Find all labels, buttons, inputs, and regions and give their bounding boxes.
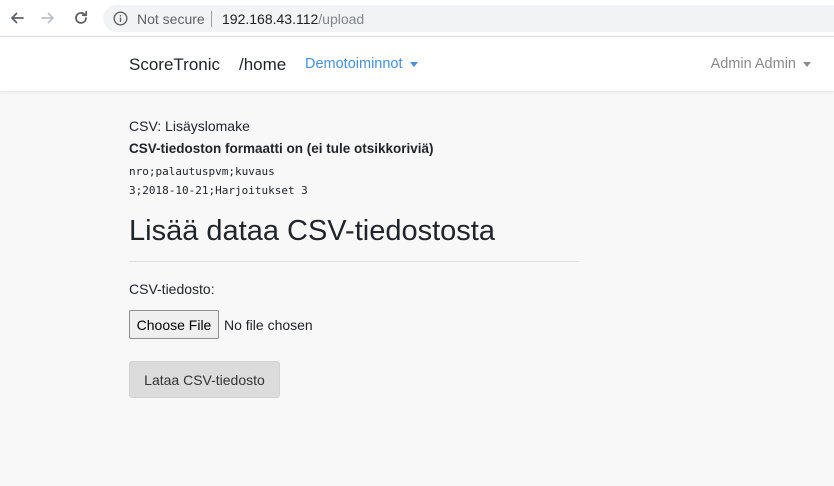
demo-menu-label: Demotoiminnot — [305, 56, 403, 72]
demo-menu-dropdown[interactable]: Demotoiminnot — [305, 56, 418, 72]
forward-arrow-icon[interactable] — [38, 8, 58, 28]
url-text[interactable]: 192.168.43.112/upload — [222, 11, 364, 27]
security-label[interactable]: Not secure — [137, 11, 205, 27]
file-field-label: CSV-tiedosto: — [129, 281, 215, 297]
brand-link[interactable]: ScoreTronic — [129, 55, 220, 75]
format-header-example: nro;palautuspvm;kuvaus — [129, 165, 275, 178]
choose-file-button[interactable]: Choose File — [129, 310, 219, 339]
browser-toolbar: Not secure 192.168.43.112/upload — [0, 0, 834, 37]
home-link[interactable]: /home — [239, 55, 286, 75]
format-row-example: 3;2018-10-21;Harjoitukset 3 — [129, 184, 308, 197]
user-menu-dropdown[interactable]: Admin Admin — [711, 56, 811, 72]
caret-down-icon — [803, 61, 811, 67]
user-menu-label: Admin Admin — [710, 56, 796, 72]
page-heading: Lisää dataa CSV-tiedostosta — [129, 215, 495, 247]
upload-csv-button[interactable]: Lataa CSV-tiedosto — [129, 361, 280, 398]
address-bar[interactable]: Not secure 192.168.43.112/upload — [103, 5, 834, 32]
reload-icon[interactable] — [71, 8, 91, 28]
omnibox-separator — [211, 11, 212, 27]
form-title: CSV: Lisäyslomake — [129, 118, 250, 134]
file-input[interactable]: Choose File No file chosen — [129, 310, 579, 339]
file-status-text: No file chosen — [224, 316, 313, 333]
url-host: 192.168.43.112 — [222, 11, 319, 27]
app-navbar: ScoreTronic /home Demotoiminnot Admin Ad… — [0, 37, 834, 92]
caret-down-icon — [409, 61, 418, 67]
format-description: CSV-tiedoston formaatti on (ei tule otsi… — [129, 141, 434, 156]
back-arrow-icon[interactable] — [7, 8, 27, 28]
info-icon[interactable] — [113, 11, 128, 26]
heading-divider — [129, 261, 579, 262]
upload-form: CSV: Lisäyslomake CSV-tiedoston formaatt… — [129, 118, 579, 398]
url-path: /upload — [318, 11, 365, 27]
